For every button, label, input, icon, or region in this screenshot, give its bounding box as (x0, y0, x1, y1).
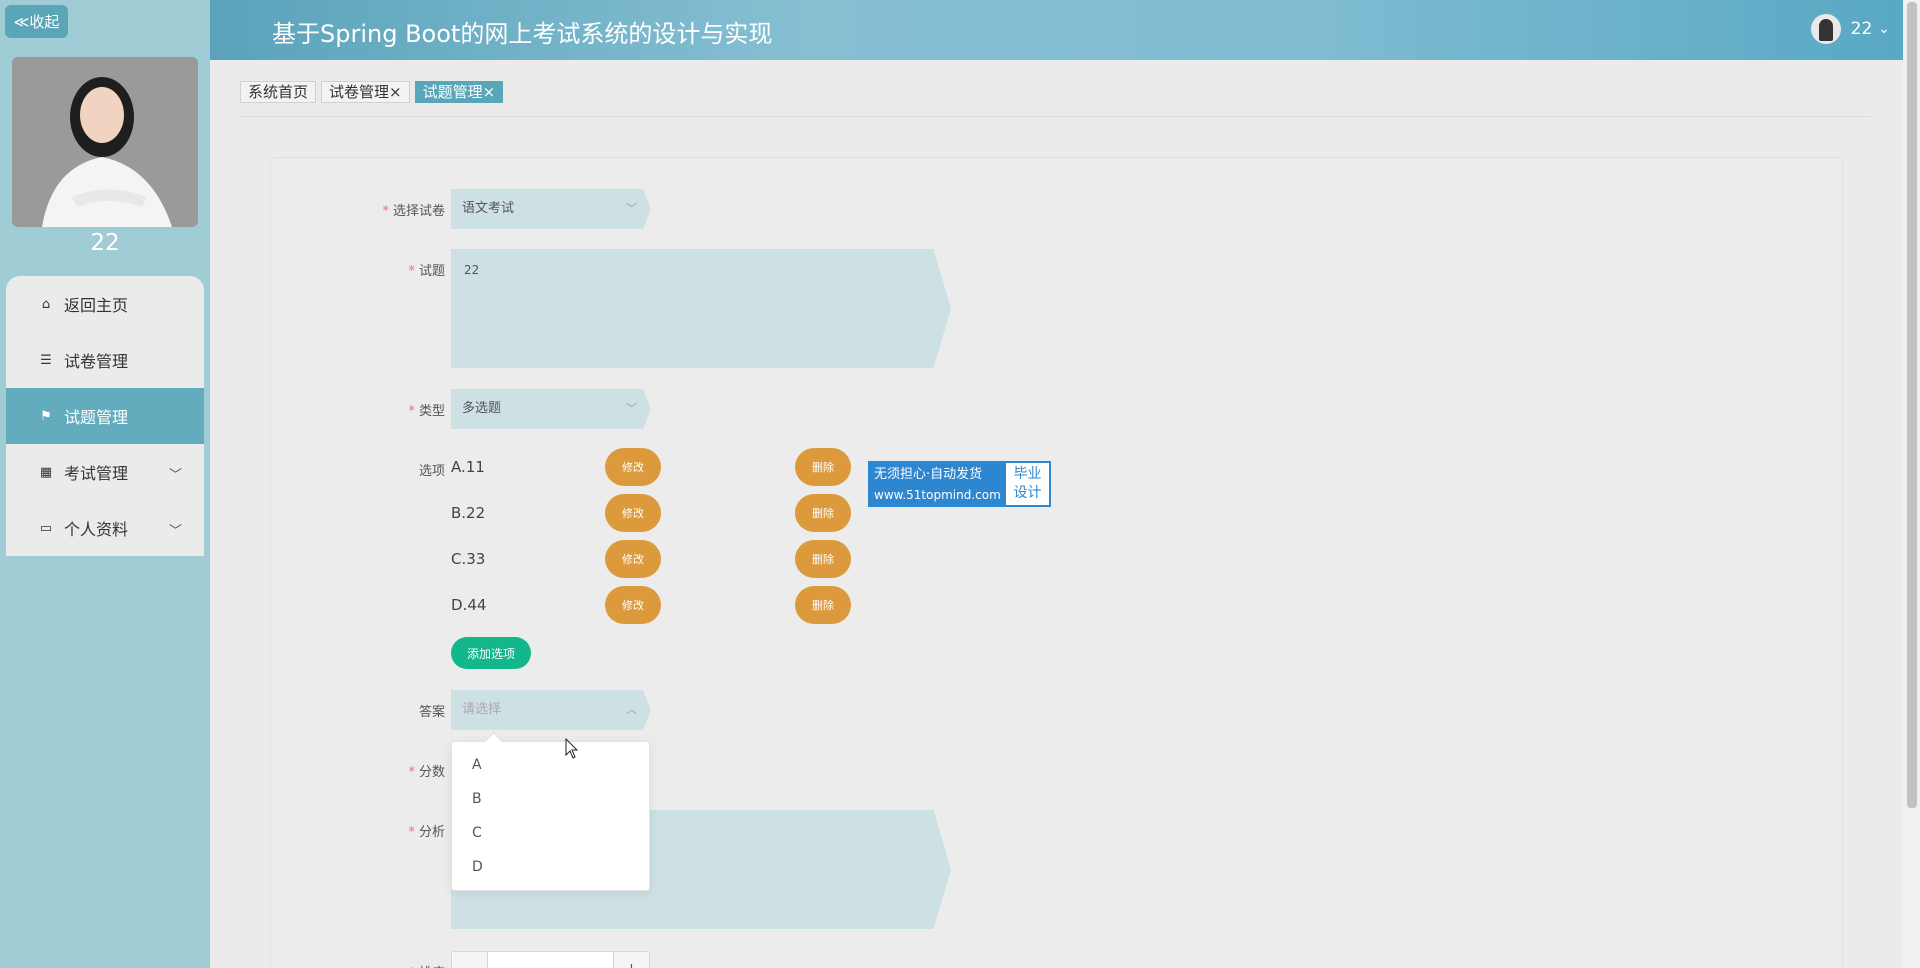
watermark-badge: 无须担心·自动发货 www.51topmind.com 毕业 设计 (868, 461, 1051, 507)
type-select[interactable]: 多选题 ﹀ (451, 389, 651, 429)
close-icon[interactable]: × (483, 83, 496, 101)
list-icon: ☰ (40, 352, 52, 368)
watermark-text: 设计 (1013, 485, 1042, 501)
sidebar-item-label: 个人资料 (64, 520, 129, 539)
sidebar-item[interactable]: ▭ 个人资料 ﹀ (6, 500, 204, 556)
edit-option-button[interactable]: 修改 (605, 448, 661, 486)
option-text: C.33 (451, 550, 486, 568)
required-mark: * (408, 765, 415, 780)
decrement-button[interactable]: − (452, 952, 488, 968)
user-avatar (1810, 14, 1841, 44)
tab[interactable]: 试题管理× (414, 81, 504, 103)
sidebar-item[interactable]: ▦ 考试管理 ﹀ (6, 444, 204, 500)
tab-label: 系统首页 (248, 83, 309, 101)
tab[interactable]: 试卷管理× (321, 81, 410, 103)
required-mark: * (382, 204, 389, 219)
wallet-icon: ▭ (39, 520, 53, 536)
avatar (12, 57, 198, 227)
chevron-down-icon: ﹀ (168, 524, 182, 539)
sidebar-item[interactable]: ⌂ 返回主页 (6, 276, 204, 332)
header-bar: 基于Spring Boot的网上考试系统的设计与实现 22 ⌄ (210, 0, 1910, 60)
delete-option-button[interactable]: 删除 (795, 494, 851, 532)
page-scrollbar[interactable] (1903, 0, 1920, 968)
sidebar-item-label: 试卷管理 (64, 352, 129, 371)
answer-dropdown: ABCD (451, 741, 650, 891)
dropdown-option[interactable]: C (452, 816, 649, 850)
edit-option-button[interactable]: 修改 (605, 540, 661, 578)
sort-label: *排序 (345, 962, 445, 968)
sidebar-item-label: 考试管理 (64, 464, 129, 483)
required-mark: * (408, 825, 415, 840)
watermark-url: www.51topmind.com (874, 488, 1001, 502)
sidebar-item-label: 试题管理 (64, 408, 129, 427)
dropdown-option[interactable]: B (452, 782, 649, 816)
chevron-up-icon: ︿ (626, 703, 637, 716)
chevron-down-icon: ﹀ (626, 402, 637, 415)
sort-stepper[interactable]: − + (451, 951, 650, 968)
delete-option-button[interactable]: 删除 (795, 586, 851, 624)
sidebar-item-label: 返回主页 (64, 296, 129, 315)
home-icon: ⌂ (41, 296, 51, 312)
sidebar: ≪收起 22 ⌂ 返回主页 ☰ 试卷管理 ⚑ 试题管理 ▦ 考试管理 ﹀ ▭ 个人资料 ﹀ (0, 0, 210, 968)
analysis-label: * 分析 (408, 825, 445, 840)
avatar-photo (12, 57, 198, 227)
option-text: D.44 (451, 596, 487, 614)
scrollbar-thumb[interactable] (1907, 2, 1917, 808)
sidebar-item[interactable]: ☰ 试卷管理 (6, 332, 204, 388)
question-textarea[interactable]: 22 (451, 249, 951, 368)
option-text: A.11 (451, 458, 485, 476)
paper-select[interactable]: 语文考试 ﹀ (451, 189, 651, 229)
question-label: * 试题 (408, 264, 445, 279)
edit-option-button[interactable]: 修改 (605, 494, 661, 532)
dropdown-option[interactable]: A (452, 748, 649, 782)
close-icon[interactable]: × (389, 83, 402, 101)
add-option-button[interactable]: 添加选项 (451, 637, 531, 669)
dropdown-option[interactable]: D (452, 850, 649, 884)
user-menu[interactable]: 22 ⌄ (1810, 14, 1890, 44)
tab[interactable]: 系统首页 (240, 81, 317, 103)
edit-option-button[interactable]: 修改 (605, 586, 661, 624)
delete-option-button[interactable]: 删除 (795, 540, 851, 578)
paper-label: * 选择试卷 (382, 204, 445, 219)
sidebar-username: 22 (90, 230, 120, 256)
option-text: B.22 (451, 504, 486, 522)
required-mark: * (408, 404, 415, 419)
chevron-down-icon: ﹀ (168, 468, 182, 483)
chevron-down-icon: ⌄ (1878, 21, 1890, 37)
tab-label: 试卷管理 (329, 83, 390, 101)
score-label: * 分数 (408, 765, 445, 780)
sidebar-menu: ⌂ 返回主页 ☰ 试卷管理 ⚑ 试题管理 ▦ 考试管理 ﹀ ▭ 个人资料 ﹀ (6, 276, 204, 556)
answer-label: 答案 (418, 705, 445, 720)
watermark-text: 无须担心·自动发货 (874, 467, 983, 482)
chevron-down-icon: ﹀ (626, 202, 637, 215)
tab-bar: 系统首页 试卷管理× 试题管理× (240, 81, 508, 103)
divider (240, 116, 1870, 117)
grid-icon: ▦ (39, 464, 53, 480)
app-title: 基于Spring Boot的网上考试系统的设计与实现 (272, 20, 773, 48)
flag-icon: ⚑ (40, 408, 52, 424)
options-label: 选项 (418, 464, 445, 479)
user-name: 22 (1850, 19, 1873, 39)
answer-select[interactable]: 请选择 ︿ (451, 690, 651, 730)
required-mark: * (408, 264, 415, 279)
mouse-cursor-icon (565, 738, 579, 759)
watermark-text: 毕业 (1013, 466, 1042, 482)
delete-option-button[interactable]: 删除 (795, 448, 851, 486)
tab-label: 试题管理 (422, 83, 483, 101)
collapse-button[interactable]: ≪收起 (5, 5, 68, 38)
type-label: * 类型 (408, 404, 445, 419)
increment-button[interactable]: + (613, 952, 649, 968)
sidebar-item[interactable]: ⚑ 试题管理 (6, 388, 204, 444)
